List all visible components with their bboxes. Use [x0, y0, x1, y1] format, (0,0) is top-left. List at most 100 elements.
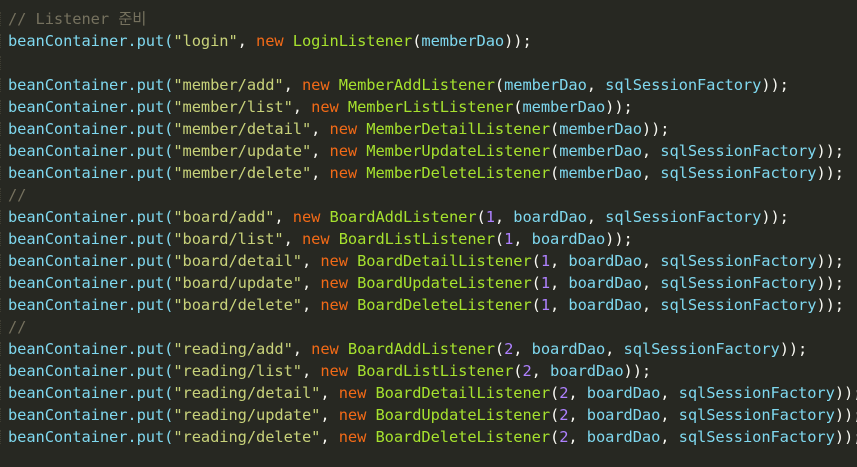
punctuation-token: ( [550, 164, 560, 182]
code-editor[interactable]: // Listener 준비 beanContainer.put("login",… [0, 0, 857, 467]
code-line[interactable]: beanContainer.put("board/delete", new Bo… [0, 294, 857, 316]
string-literal: "member/list" [173, 98, 293, 116]
indent-guide [0, 408, 5, 422]
indent-guide [0, 386, 5, 400]
code-line[interactable]: beanContainer.put("board/update", new Bo… [0, 272, 857, 294]
string-literal: "member/update" [173, 142, 312, 160]
identifier-token: beanContainer.put( [8, 76, 174, 94]
punctuation-token: , [292, 98, 312, 116]
punctuation-token [330, 76, 339, 94]
punctuation-token: , [311, 142, 330, 160]
code-line[interactable]: // [0, 184, 857, 206]
punctuation-token: , [311, 164, 330, 182]
keyword-new: new [329, 120, 358, 138]
punctuation-token: , [320, 406, 339, 424]
punctuation-token: ( [550, 428, 560, 446]
punctuation-token: )); [623, 362, 652, 380]
class-name: BoardDeleteListener [375, 428, 551, 446]
string-literal: "board/detail" [173, 252, 302, 270]
punctuation-token: , [494, 208, 514, 226]
string-literal: "login" [173, 32, 238, 50]
punctuation-token: , [550, 274, 569, 292]
identifier-token: beanContainer.put( [8, 164, 174, 182]
string-literal: "board/list" [173, 230, 284, 248]
code-line[interactable]: // Listener 준비 [0, 8, 857, 30]
number-literal: 2 [559, 406, 569, 424]
code-line[interactable]: // [0, 316, 857, 338]
code-line[interactable]: beanContainer.put("reading/detail", new … [0, 382, 857, 404]
class-name: BoardListListener [357, 362, 514, 380]
punctuation-token [357, 120, 366, 138]
punctuation-token: ( [550, 406, 560, 424]
punctuation-token: , [568, 428, 587, 446]
class-name: LoginListener [292, 32, 413, 50]
indent-guide [0, 78, 5, 92]
identifier-token: memberDao [421, 32, 505, 50]
code-line[interactable]: beanContainer.put("reading/update", new … [0, 404, 857, 426]
code-line[interactable]: beanContainer.put("login", new LoginList… [0, 30, 857, 52]
keyword-new: new [311, 340, 339, 358]
keyword-new: new [338, 406, 367, 424]
identifier-token: sqlSessionFactory [660, 274, 817, 292]
indent-guide [0, 320, 5, 334]
punctuation-token: , [237, 32, 257, 50]
keyword-new: new [311, 98, 339, 116]
code-line[interactable]: beanContainer.put("reading/delete", new … [0, 426, 857, 448]
number-literal: 2 [559, 428, 569, 446]
punctuation-token: )); [641, 120, 670, 138]
code-line[interactable]: beanContainer.put("board/add", new Board… [0, 206, 857, 228]
punctuation-token [339, 340, 348, 358]
class-name: BoardUpdateListener [375, 406, 551, 424]
indent-guide [0, 276, 5, 290]
number-literal: 1 [485, 208, 495, 226]
punctuation-token: )); [504, 32, 532, 50]
identifier-token: sqlSessionFactory [678, 406, 835, 424]
punctuation-token: ( [531, 252, 541, 270]
punctuation-token: , [283, 230, 302, 248]
punctuation-token: , [586, 208, 606, 226]
code-line[interactable]: beanContainer.put("member/list", new Mem… [0, 96, 857, 118]
punctuation-token: , [301, 252, 321, 270]
keyword-new: new [320, 274, 348, 292]
identifier-token: sqlSessionFactory [660, 296, 817, 314]
indent-guide [0, 12, 5, 26]
string-literal: "board/update" [173, 274, 302, 292]
identifier-token: memberDao [504, 76, 587, 94]
code-line[interactable] [0, 52, 857, 74]
string-literal: "reading/list" [173, 362, 302, 380]
class-name: BoardDetailListener [357, 252, 532, 270]
code-line[interactable]: beanContainer.put("member/add", new Memb… [0, 74, 857, 96]
punctuation-token: )); [816, 164, 844, 182]
number-literal: 1 [504, 230, 514, 248]
punctuation-token: ( [494, 230, 505, 248]
indent-guide [0, 254, 5, 268]
code-line[interactable]: beanContainer.put("board/list", new Boar… [0, 228, 857, 250]
number-literal: 2 [522, 362, 532, 380]
number-literal: 2 [559, 384, 569, 402]
identifier-token: sqlSessionFactory [623, 340, 780, 358]
punctuation-token: )); [605, 98, 633, 116]
punctuation-token: )); [816, 142, 844, 160]
code-line[interactable]: beanContainer.put("reading/list", new Bo… [0, 360, 857, 382]
indent-guide [0, 430, 5, 444]
identifier-token: beanContainer.put( [8, 230, 174, 248]
keyword-new: new [301, 76, 330, 94]
number-literal: 1 [540, 274, 551, 292]
class-name: BoardAddListener [347, 340, 495, 358]
comment-token: // [8, 318, 27, 336]
identifier-token: beanContainer.put( [8, 208, 174, 226]
code-line[interactable]: beanContainer.put("reading/add", new Boa… [0, 338, 857, 360]
code-line[interactable]: beanContainer.put("member/update", new M… [0, 140, 857, 162]
punctuation-token: , [301, 274, 321, 292]
punctuation-token: ( [550, 120, 560, 138]
code-line[interactable]: beanContainer.put("member/delete", new M… [0, 162, 857, 184]
code-line[interactable]: beanContainer.put("member/detail", new M… [0, 118, 857, 140]
indent-guide [0, 166, 5, 180]
code-line[interactable]: beanContainer.put("board/detail", new Bo… [0, 250, 857, 272]
string-literal: "reading/delete" [173, 428, 321, 446]
comment-token: // [8, 186, 27, 204]
punctuation-token: , [550, 296, 569, 314]
class-name: BoardDeleteListener [357, 296, 532, 314]
identifier-token: boardDao [550, 362, 624, 380]
identifier-token: sqlSessionFactory [678, 428, 835, 446]
